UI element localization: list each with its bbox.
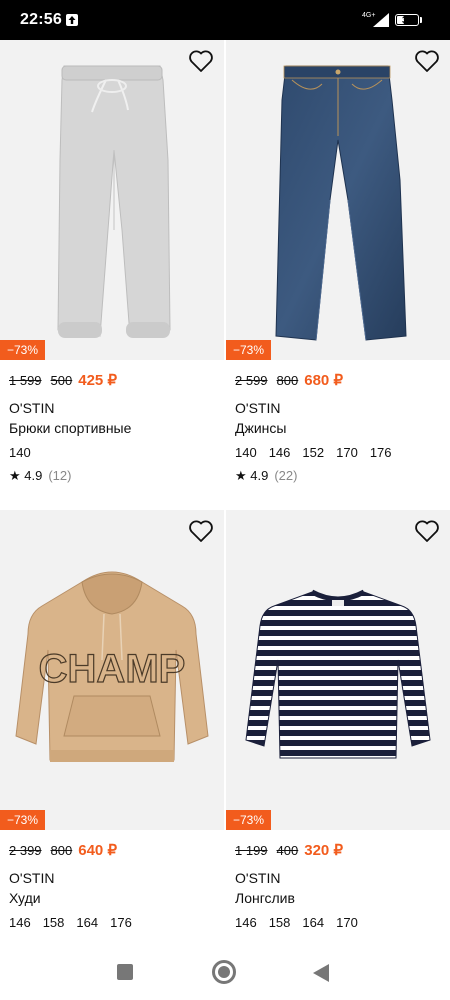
favorite-heart-icon[interactable] xyxy=(414,49,440,73)
size-option: 146 xyxy=(235,915,257,930)
size-option: 176 xyxy=(369,445,392,460)
current-price: 640 ₽ xyxy=(78,842,117,859)
battery-text: 33 xyxy=(401,15,412,25)
product-card[interactable]: −73% 1 199 400 320 ₽ O'STIN Лонгслив 146… xyxy=(226,510,450,931)
price-row: 1 199 400 320 ₽ xyxy=(235,841,441,863)
product-card[interactable]: −73% 2 599 800 680 ₽ O'STIN Джинсы 140 1… xyxy=(226,40,450,484)
review-count: (12) xyxy=(48,468,72,483)
size-option: 176 xyxy=(110,915,132,930)
review-count: (22) xyxy=(274,468,298,483)
size-option: 170 xyxy=(336,915,358,930)
home-circle-icon[interactable] xyxy=(212,960,236,984)
size-option: 158 xyxy=(268,915,291,930)
previous-price: 400 xyxy=(276,843,299,858)
battery-tip xyxy=(420,17,422,23)
size-list: 146 158 164 176 xyxy=(9,915,215,931)
longsleeve-image xyxy=(245,589,431,759)
brand-name: O'STIN xyxy=(9,400,55,416)
size-list: 140 xyxy=(9,445,215,461)
product-info: 2 599 800 680 ₽ O'STIN Джинсы 140 146 15… xyxy=(226,360,450,484)
brand-name: O'STIN xyxy=(9,870,55,886)
favorite-heart-icon[interactable] xyxy=(188,49,214,73)
product-card[interactable]: −73% 1 599 500 425 ₽ O'STIN Брюки спорти… xyxy=(0,40,224,484)
size-option: 146 xyxy=(9,915,31,930)
product-name: Худи xyxy=(9,890,41,906)
current-price: 320 ₽ xyxy=(304,842,343,859)
hoodie-print: CHAMP xyxy=(39,647,186,691)
sweatpants-image xyxy=(57,65,171,338)
product-name: Джинсы xyxy=(235,420,287,436)
status-bar: 22:56 4G+ 33 xyxy=(0,0,450,40)
hoodie-image: CHAMP xyxy=(15,571,209,762)
discount-badge: −73% xyxy=(226,810,272,830)
price-row: 1 599 500 425 ₽ xyxy=(9,371,215,393)
size-option: 158 xyxy=(42,915,65,930)
size-option: 164 xyxy=(302,915,325,930)
current-price: 425 ₽ xyxy=(78,372,117,389)
product-photo-hoodie[interactable]: CHAMP −73% xyxy=(0,510,224,830)
product-photo-jeans[interactable]: −73% xyxy=(226,40,450,360)
old-price: 2 399 xyxy=(9,843,42,858)
product-name: Брюки спортивные xyxy=(9,420,132,436)
size-option: 164 xyxy=(76,915,99,930)
favorite-heart-icon[interactable] xyxy=(414,519,440,543)
battery-icon: 33 xyxy=(395,14,419,26)
previous-price: 800 xyxy=(276,373,299,388)
discount-badge: −73% xyxy=(0,340,46,360)
discount-badge: −73% xyxy=(226,340,272,360)
status-time: 22:56 xyxy=(20,11,62,28)
product-photo-longsleeve[interactable]: −73% xyxy=(226,510,450,830)
size-list: 146 158 164 170 xyxy=(235,915,441,931)
size-option: 170 xyxy=(336,445,358,460)
brand-name: O'STIN xyxy=(235,400,281,416)
size-option: 140 xyxy=(9,445,31,460)
favorite-heart-icon[interactable] xyxy=(188,519,214,543)
product-card[interactable]: CHAMP −73% 2 399 800 640 ₽ O'STIN Худи 1… xyxy=(0,510,224,931)
size-option: 152 xyxy=(302,445,325,460)
brand-name: O'STIN xyxy=(235,870,281,886)
rating: ★ 4.9 (12) xyxy=(9,468,215,484)
discount-badge: −73% xyxy=(0,810,46,830)
product-info: 1 199 400 320 ₽ O'STIN Лонгслив 146 158 … xyxy=(226,830,450,931)
product-photo-sweatpants[interactable]: −73% xyxy=(0,40,224,360)
system-navigation-bar xyxy=(0,945,450,1000)
upload-icon xyxy=(66,14,78,26)
price-row: 2 599 800 680 ₽ xyxy=(235,371,441,393)
signal-icon xyxy=(373,13,389,27)
product-info: 2 399 800 640 ₽ O'STIN Худи 146 158 164 … xyxy=(0,830,224,931)
rating-value: ★ 4.9 xyxy=(235,468,269,483)
back-triangle-icon[interactable] xyxy=(312,963,330,983)
old-price: 2 599 xyxy=(235,373,268,388)
size-option: 140 xyxy=(235,445,257,460)
rating-value: ★ 4.9 xyxy=(9,468,43,483)
current-price: 680 ₽ xyxy=(304,372,343,389)
price-row: 2 399 800 640 ₽ xyxy=(9,841,215,863)
size-list: 140 146 152 170 176 xyxy=(235,445,441,461)
recents-square-icon[interactable] xyxy=(117,964,133,980)
jeans-image xyxy=(275,65,407,341)
previous-price: 800 xyxy=(50,843,73,858)
product-name: Лонгслив xyxy=(235,890,295,906)
product-info: 1 599 500 425 ₽ O'STIN Брюки спортивные … xyxy=(0,360,224,484)
previous-price: 500 xyxy=(50,373,73,388)
old-price: 1 199 xyxy=(235,843,268,858)
old-price: 1 599 xyxy=(9,373,42,388)
rating: ★ 4.9 (22) xyxy=(235,468,441,484)
size-option: 146 xyxy=(268,445,291,460)
